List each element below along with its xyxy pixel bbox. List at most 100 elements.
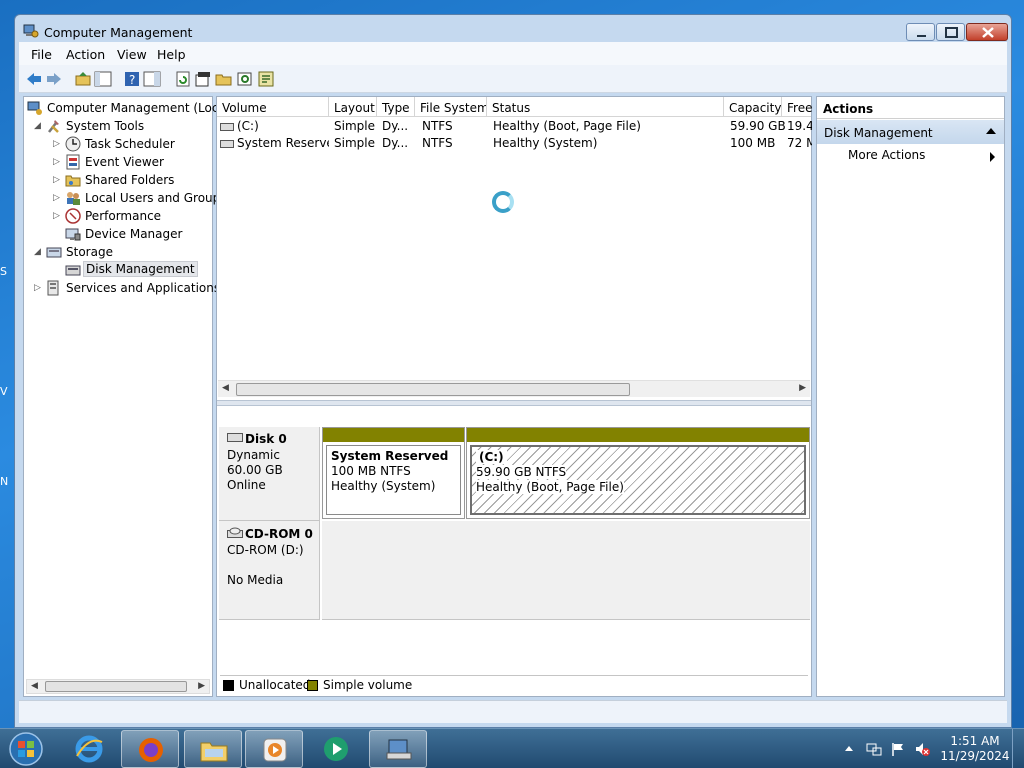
scroll-right-arrow-icon[interactable]: ▶ <box>799 383 806 393</box>
partition-c[interactable]: (C:) 59.90 GB NTFS Healthy (Boot, Page F… <box>466 427 810 519</box>
taskbar-windows-explorer[interactable] <box>184 730 242 768</box>
simple-volume-bar <box>323 428 464 442</box>
partition-size: 59.90 GB NTFS <box>476 465 567 479</box>
scroll-right-arrow-icon[interactable]: ▶ <box>198 681 205 691</box>
back-arrow-icon[interactable] <box>25 70 43 88</box>
collapse-arrow-icon[interactable]: ◢ <box>34 247 41 257</box>
show-action-pane-icon[interactable] <box>143 70 161 88</box>
taskbar-media-player[interactable] <box>245 730 303 768</box>
cell-file-system: NTFS <box>422 119 453 133</box>
disk-state: Online <box>227 478 266 492</box>
taskbar-internet-explorer[interactable] <box>60 730 118 768</box>
menu-file[interactable]: File <box>31 47 52 62</box>
scrollbar-thumb[interactable] <box>45 681 187 692</box>
help-icon[interactable]: ? <box>123 70 141 88</box>
desktop-icon-fragment: S <box>0 265 7 278</box>
maximize-button[interactable] <box>936 23 965 41</box>
scroll-left-arrow-icon[interactable]: ◀ <box>222 383 229 393</box>
legend: Unallocated Simple volume <box>220 675 808 693</box>
column-free[interactable]: Free <box>782 97 812 117</box>
clock-date: 11/29/2024 <box>940 749 1010 763</box>
expand-arrow-icon[interactable]: ▷ <box>34 283 41 293</box>
volume-list-horizontal-scrollbar[interactable]: ◀ ▶ <box>218 380 810 397</box>
taskbar-computer-management[interactable] <box>369 730 427 768</box>
volume-row-system-reserved[interactable]: System Reserved Simple Dy... NTFS Health… <box>217 135 812 152</box>
start-button[interactable] <box>6 731 46 767</box>
cell-free: 19.43 <box>787 119 812 133</box>
cell-volume: System Reserved <box>237 136 329 150</box>
users-icon <box>67 192 80 205</box>
show-hide-console-tree-icon[interactable] <box>94 70 112 88</box>
computer-management-window: Computer Management File Action View Hel… <box>14 14 1012 728</box>
tree-item-computer-management[interactable]: Computer Management (Local <box>27 99 229 117</box>
taskbar-media-center[interactable] <box>307 730 365 768</box>
volume-list-header: Volume Layout Type File System Status Ca… <box>217 97 812 117</box>
forward-arrow-icon[interactable] <box>45 70 63 88</box>
expand-arrow-icon[interactable]: ▷ <box>53 193 60 203</box>
tree-horizontal-scrollbar[interactable]: ◀ ▶ <box>26 679 210 694</box>
close-button[interactable] <box>966 23 1008 41</box>
volume-muted-icon[interactable] <box>914 741 930 757</box>
status-bar <box>19 700 1007 723</box>
busy-spinner-icon <box>492 191 514 213</box>
open-folder-icon[interactable] <box>215 70 233 88</box>
disk-management-icon <box>65 265 81 276</box>
media-player-icon <box>263 738 287 762</box>
pane-splitter[interactable] <box>217 400 811 406</box>
partition-status: Healthy (System) <box>331 479 436 493</box>
collapse-arrow-icon[interactable]: ◢ <box>34 121 41 131</box>
section-label: Disk Management <box>824 126 933 140</box>
storage-icon <box>46 247 62 258</box>
expand-arrow-icon[interactable]: ▷ <box>53 175 60 185</box>
cell-volume: (C:) <box>237 119 259 133</box>
disk-0-label[interactable]: Disk 0 Dynamic 60.00 GB Online <box>219 427 320 521</box>
partition-status: Healthy (Boot, Page File) <box>476 480 624 494</box>
cdrom-media-status: No Media <box>227 573 284 587</box>
submenu-arrow-icon <box>990 152 995 162</box>
scrollbar-thumb[interactable] <box>236 383 630 396</box>
volume-row-c[interactable]: (C:) Simple Dy... NTFS Healthy (Boot, Pa… <box>217 118 812 135</box>
disk-properties-icon[interactable] <box>257 70 275 88</box>
actions-section-disk-management[interactable]: Disk Management <box>817 120 1004 144</box>
menu-help[interactable]: Help <box>157 47 186 62</box>
shared-folder-icon <box>65 175 81 187</box>
show-desktop-button[interactable] <box>1012 729 1024 768</box>
menu-action[interactable]: Action <box>66 47 105 62</box>
action-center-flag-icon[interactable] <box>890 741 906 757</box>
column-layout[interactable]: Layout <box>329 97 377 117</box>
column-status[interactable]: Status <box>487 97 724 117</box>
scroll-left-arrow-icon[interactable]: ◀ <box>31 681 38 691</box>
column-file-system[interactable]: File System <box>415 97 487 117</box>
refresh-icon[interactable] <box>174 70 192 88</box>
expand-arrow-icon[interactable]: ▷ <box>53 139 60 149</box>
cdrom-0-label[interactable]: CD-ROM 0 CD-ROM (D:) No Media <box>219 521 320 620</box>
up-folder-icon[interactable] <box>74 70 92 88</box>
console-tree: Computer Management (Local ◢ System Tool… <box>23 96 229 697</box>
drive-icon <box>220 140 234 148</box>
expand-arrow-icon[interactable]: ▷ <box>53 211 60 221</box>
cdrom-0-area[interactable] <box>322 521 810 620</box>
menu-view[interactable]: View <box>117 47 147 62</box>
show-hidden-icons-icon[interactable] <box>844 741 860 757</box>
actions-header: Actions <box>817 97 1004 119</box>
column-volume[interactable]: Volume <box>217 97 329 117</box>
collapse-section-icon[interactable] <box>986 128 996 134</box>
column-capacity[interactable]: Capacity <box>724 97 782 117</box>
simple-volume-swatch <box>307 680 318 691</box>
search-icon[interactable] <box>236 70 254 88</box>
clock[interactable]: 1:51 AM 11/29/2024 <box>940 734 1010 764</box>
disk-size: 60.00 GB <box>227 463 283 477</box>
media-center-icon <box>324 737 348 761</box>
window-title: Computer Management <box>44 25 193 40</box>
more-actions-item[interactable]: More Actions <box>848 148 925 162</box>
properties-icon[interactable] <box>194 70 212 88</box>
column-type[interactable]: Type <box>377 97 415 117</box>
minimize-button[interactable] <box>906 23 935 41</box>
network-icon[interactable] <box>866 741 882 757</box>
expand-arrow-icon[interactable]: ▷ <box>53 157 60 167</box>
partition-system-reserved[interactable]: System Reserved 100 MB NTFS Healthy (Sys… <box>322 427 465 519</box>
taskbar: 1:51 AM 11/29/2024 <box>0 728 1024 768</box>
taskbar-firefox[interactable] <box>121 730 179 768</box>
cell-type: Dy... <box>382 119 409 133</box>
event-viewer-icon <box>66 154 80 170</box>
